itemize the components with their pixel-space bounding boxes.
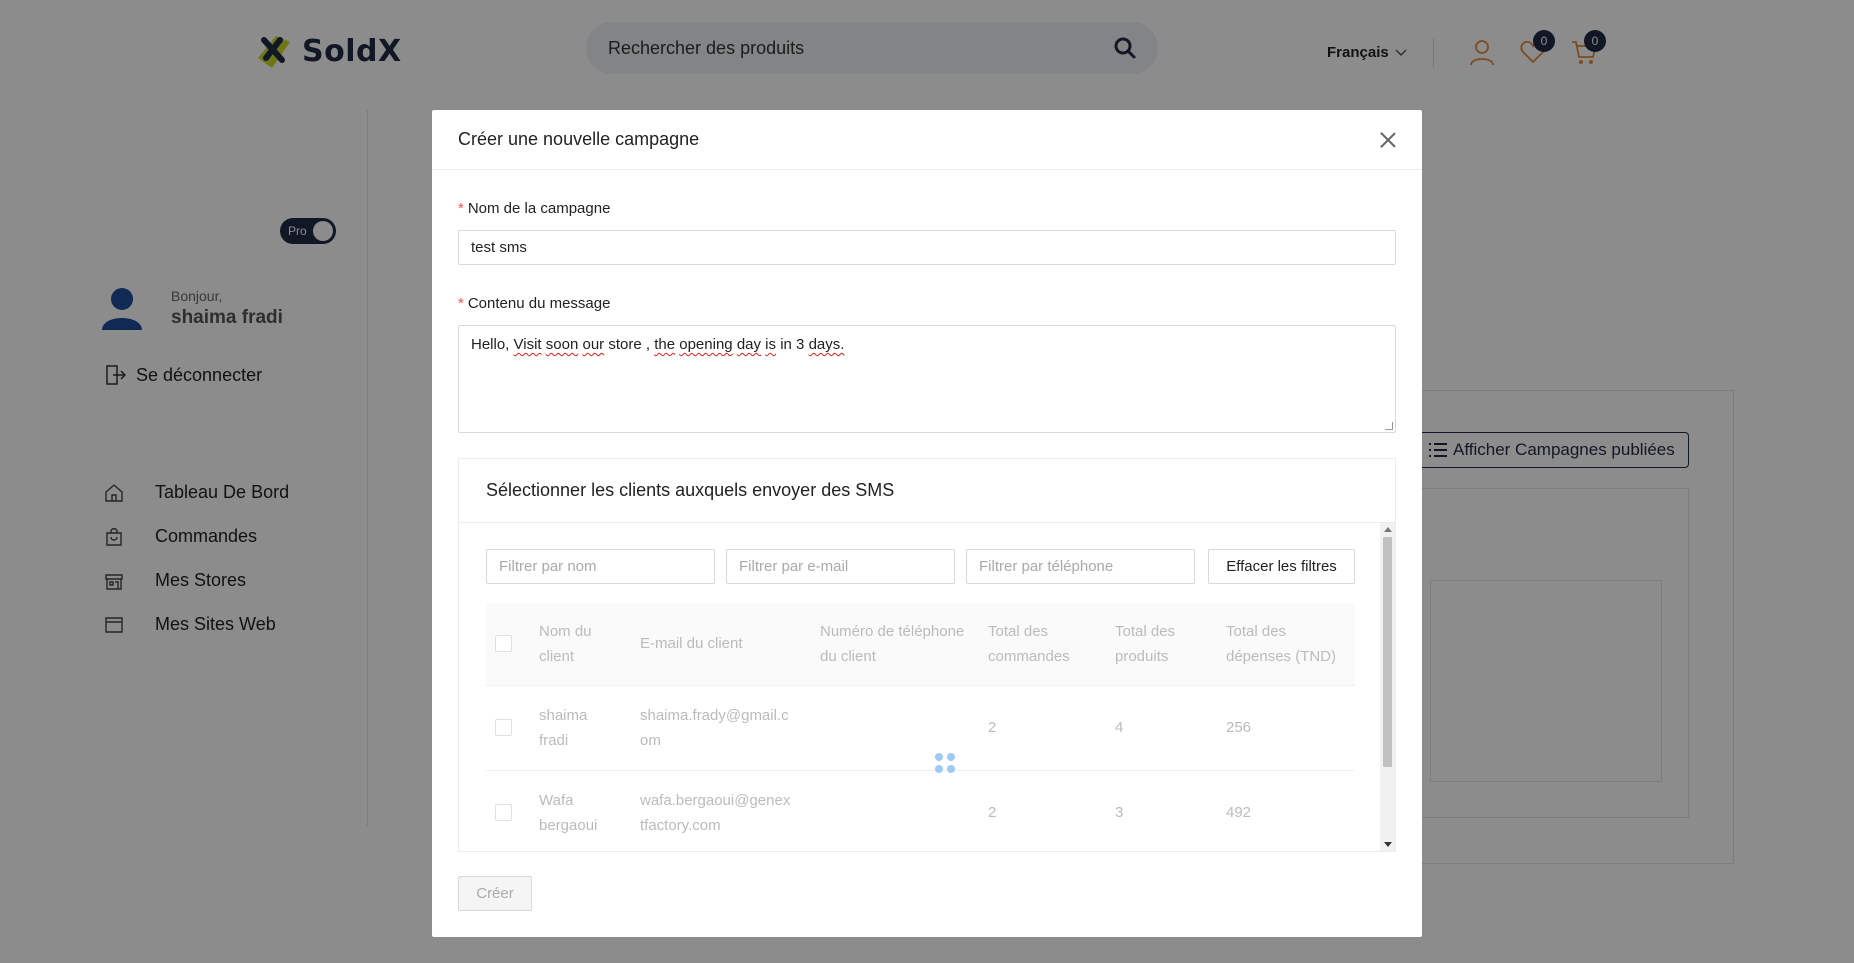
message-word: the (654, 336, 676, 353)
select-all-checkbox[interactable] (495, 635, 512, 652)
cell-products: 4 (1115, 719, 1124, 736)
cell-spend: 492 (1226, 804, 1252, 821)
cell-name: shaima fradi (539, 707, 588, 749)
required-marker: * (458, 295, 464, 312)
message-word: Visit (513, 336, 542, 353)
message-word: days. (808, 336, 845, 353)
required-marker: * (458, 200, 464, 217)
message-word: day (736, 336, 761, 353)
cell-orders: 2 (988, 804, 997, 821)
message-word: opening (679, 336, 733, 353)
cell-products: 3 (1115, 804, 1124, 821)
campaign-name-label: * Nom de la campagne (458, 200, 610, 217)
campaign-name-label-text: Nom de la campagne (467, 200, 611, 217)
message-textarea[interactable]: Hello, Visit soon our store , the openin… (458, 325, 1396, 433)
resize-handle[interactable] (1385, 422, 1393, 430)
col-header-products: Total des produits (1115, 623, 1176, 665)
cell-spend: 256 (1226, 719, 1252, 736)
col-header-name: Nom du client (539, 623, 592, 665)
col-header-orders: Total des commandes (988, 623, 1070, 665)
message-label: * Contenu du message (458, 295, 610, 312)
message-word: our (582, 336, 605, 353)
message-word: , (645, 336, 651, 353)
col-header-email: E-mail du client (640, 635, 743, 652)
message-word: Hello, (471, 336, 510, 353)
message-word: is (765, 336, 777, 353)
row-checkbox[interactable] (495, 719, 512, 736)
message-word: soon (545, 336, 579, 353)
message-word: 3 (796, 336, 805, 353)
clear-filters-button[interactable]: Effacer les filtres (1208, 549, 1355, 584)
col-header-phone: Numéro de téléphone du client (820, 623, 965, 665)
modal-title: Créer une nouvelle campagne (458, 129, 700, 149)
filter-email-input[interactable]: Filtrer par e-mail (726, 549, 955, 584)
create-button[interactable]: Créer (458, 876, 532, 911)
scroll-down-arrow[interactable] (1384, 842, 1392, 847)
cell-email: shaima.frady@gmail.com (640, 707, 789, 749)
row-divider (486, 770, 1355, 771)
modal-header: Créer une nouvelle campagne (432, 110, 1422, 170)
filter-name-input[interactable]: Filtrer par nom (486, 549, 715, 584)
cell-orders: 2 (988, 719, 997, 736)
close-icon[interactable] (1380, 132, 1396, 148)
col-header-spend: Total des dépenses (TND) (1226, 623, 1337, 665)
cell-email: wafa.bergaoui@genextfactory.com (640, 792, 791, 834)
message-label-text: Contenu du message (467, 295, 611, 312)
table-header: Nom du client E-mail du client Numéro de… (486, 603, 1355, 685)
clients-card: Sélectionner les clients auxquels envoye… (458, 458, 1396, 852)
scroll-up-arrow[interactable] (1384, 527, 1392, 532)
table-scrollbar[interactable] (1380, 523, 1395, 851)
scroll-thumb[interactable] (1383, 537, 1392, 767)
clients-card-body: Filtrer par nom Filtrer par e-mail Filtr… (459, 523, 1382, 851)
campaign-name-input[interactable]: test sms (458, 230, 1396, 265)
cell-name: Wafa bergaoui (539, 792, 598, 834)
clients-card-title: Sélectionner les clients auxquels envoye… (459, 459, 1395, 523)
loading-spinner (935, 753, 959, 777)
filter-phone-input[interactable]: Filtrer par téléphone (966, 549, 1195, 584)
create-campaign-modal: Créer une nouvelle campagne * Nom de la c… (432, 110, 1422, 937)
row-divider (486, 685, 1355, 686)
message-word: in (780, 336, 792, 353)
message-word: store (608, 336, 642, 353)
row-checkbox[interactable] (495, 804, 512, 821)
